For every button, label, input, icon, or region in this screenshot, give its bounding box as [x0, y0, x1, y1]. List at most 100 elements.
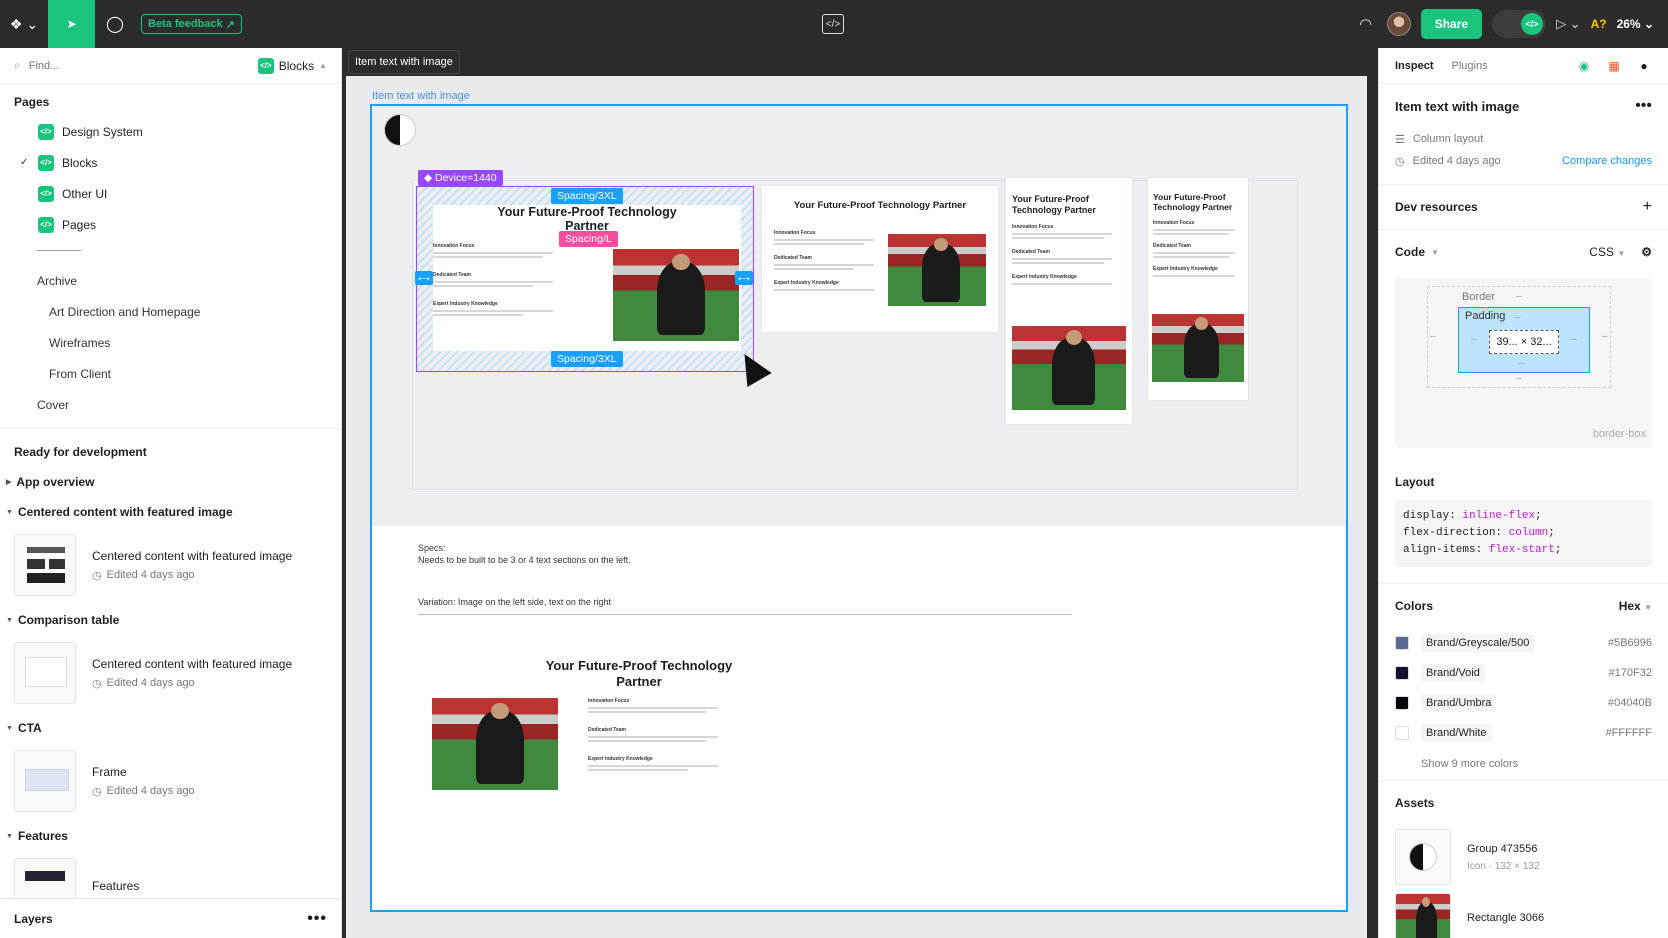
device-tag[interactable]: ◆ Device=1440 [418, 170, 503, 186]
color-row[interactable]: Brand/Greyscale/500 #5B6996 [1395, 628, 1652, 658]
canvas-area[interactable]: Item text with image ◆ Device=1440 Your … [346, 76, 1367, 938]
dev-resources-section: Dev resources + [1379, 185, 1668, 230]
group-comparison-table[interactable]: ▼ Comparison table [0, 605, 341, 635]
plus-icon[interactable]: + [1643, 198, 1652, 216]
colors-section: Colors Hex ▼ Brand/Greyscale/500 #5B6996 … [1379, 583, 1668, 781]
page-item-design-system[interactable]: </> Design System [0, 116, 341, 147]
thumbnail [14, 750, 76, 812]
compare-changes-link[interactable]: Compare changes [1562, 155, 1652, 167]
variant-card[interactable]: Your Future-Proof Technology Partner Inn… [1006, 178, 1132, 424]
share-button[interactable]: Share [1420, 9, 1483, 39]
color-swatch [1395, 726, 1409, 740]
asset-item[interactable]: Rectangle 3066 [1395, 889, 1652, 938]
beta-feedback-button[interactable]: Beta feedback ↗ [141, 14, 242, 34]
settings-icon[interactable]: ⚙ [1641, 245, 1652, 259]
selected-variant[interactable]: Your Future-Proof Technology Partner Inn… [415, 186, 754, 372]
color-format-select[interactable]: Hex ▼ [1619, 599, 1652, 613]
football-photo [432, 698, 558, 790]
page-item-archive[interactable]: Archive [0, 265, 341, 296]
code-language-select[interactable]: CSS ▼ [1589, 245, 1625, 259]
asset-thumbnail [1395, 829, 1451, 885]
page-item-other-ui[interactable]: </> Other UI [0, 178, 341, 209]
page-item-from-client[interactable]: From Client [0, 358, 341, 389]
box-model: Border – – – – Padding – – – – 39... × 3… [1395, 278, 1652, 448]
page-item-pages[interactable]: </> Pages [0, 209, 341, 240]
code-icon: </> [1521, 13, 1544, 35]
search-input[interactable] [28, 59, 229, 72]
layout-code[interactable]: display: inline-flex; flex-direction: co… [1395, 500, 1652, 567]
thumbnail [14, 534, 76, 596]
page-item-blocks[interactable]: ✓ </> Blocks [0, 147, 341, 178]
spacing-top-tag: Spacing/3XL [551, 188, 623, 204]
tab-inspect[interactable]: Inspect [1395, 60, 1434, 72]
resize-handle-left[interactable]: ⟷ [415, 271, 433, 285]
toolbar: ❖ ⌄ ➤ ◯ Beta feedback ↗ </> ◠ Share </> ▷… [0, 0, 1668, 48]
file-selector[interactable]: </> Blocks ▲ [257, 57, 327, 74]
group-app-overview[interactable]: ▶ App overview [0, 467, 341, 497]
code-icon: </> [38, 216, 54, 233]
toolbar-right: ◠ Share </> ▷ ⌄ A? 26% ⌄ [1355, 0, 1668, 48]
color-row[interactable]: Brand/Void #170F32 [1395, 658, 1652, 688]
list-item[interactable]: Centered content with featured image ◷ Ed… [0, 635, 341, 713]
more-icon[interactable]: ••• [307, 910, 327, 928]
block-title: Your Future-Proof Technology Partner [545, 658, 733, 689]
frame-label[interactable]: Item text with image [372, 90, 470, 102]
page-item-art-direction[interactable]: Art Direction and Homepage [0, 296, 341, 327]
code-snippet-icon[interactable]: </> [822, 14, 844, 34]
canvas[interactable]: Item text with image ◆ Device=1440 Your … [342, 48, 1372, 938]
move-tool-button[interactable]: ➤ [48, 0, 95, 48]
caret-down-icon: ▼ [6, 724, 13, 732]
accessibility-badge[interactable]: A? [1591, 17, 1607, 31]
list-item[interactable]: Frame ◷ Edited 4 days ago [0, 743, 341, 821]
color-row[interactable]: Brand/Umbra #04040B [1395, 688, 1652, 718]
asset-item[interactable]: Group 473556 Icon · 132 × 132 [1395, 825, 1652, 889]
football-photo [1012, 326, 1126, 410]
comment-tool-button[interactable]: ◯ [95, 0, 135, 48]
dev-mode-toggle[interactable]: </> [1492, 10, 1547, 38]
history-icon: ◷ [92, 677, 102, 690]
show-more-colors[interactable]: Show 9 more colors [1395, 748, 1652, 780]
inspect-panel: Inspect Plugins ◉ ▦ ● Item text with ima… [1378, 48, 1668, 938]
page-item-wireframes[interactable]: Wireframes [0, 327, 341, 358]
history-icon: ◷ [92, 569, 102, 582]
comment-icon: ◯ [106, 16, 124, 33]
group-centered-content[interactable]: ▼ Centered content with featured image [0, 497, 341, 527]
color-row[interactable]: Brand/White #FFFFFF [1395, 718, 1652, 748]
checkmark-icon: ✓ [20, 157, 29, 168]
avatar[interactable] [1386, 12, 1411, 36]
variant-card[interactable]: Your Future-Proof Technology Partner Inn… [762, 186, 998, 332]
github-icon[interactable]: ● [1636, 58, 1652, 74]
more-icon[interactable]: ••• [1635, 97, 1652, 115]
frame-name-tooltip: Item text with image [348, 50, 460, 74]
code-icon: </> [38, 123, 54, 140]
selected-frame[interactable]: ◆ Device=1440 Your Future-Proof Technolo… [370, 104, 1348, 912]
list-icon: ☰ [1395, 133, 1405, 146]
list-item[interactable]: Centered content with featured image ◷ Ed… [0, 527, 341, 605]
football-photo [613, 249, 739, 341]
globe-icon[interactable]: ◉ [1576, 58, 1592, 74]
page-item-cover[interactable]: Cover [0, 389, 341, 420]
zoom-level[interactable]: 26% ⌄ [1617, 17, 1654, 31]
code-icon: </> [257, 57, 274, 74]
box-border: Border – – – – Padding – – – – 39... × 3… [1427, 286, 1611, 388]
caret-down-icon: ▼ [6, 508, 13, 516]
layers-header[interactable]: Layers ••• [0, 898, 341, 938]
resize-handle-right[interactable]: ⟷ [735, 271, 753, 285]
box-padding: Padding – – – – 39... × 32... [1458, 307, 1590, 373]
variants-section: ◆ Device=1440 Your Future-Proof Technolo… [372, 106, 1346, 526]
variant-content: Your Future-Proof Technology Partner Inn… [433, 205, 741, 351]
tab-plugins[interactable]: Plugins [1452, 60, 1488, 72]
plugin-icon[interactable]: ▦ [1606, 58, 1622, 74]
code-section: Code ▼ CSS ▼ ⚙ Border – – – – Padding – … [1379, 230, 1668, 567]
divider [0, 428, 341, 429]
chevron-down-icon[interactable]: ▼ [1431, 248, 1439, 257]
group-cta[interactable]: ▼ CTA [0, 713, 341, 743]
box-content-size: 39... × 32... [1489, 330, 1559, 354]
spacing-bottom-tag: Spacing/3XL [551, 351, 623, 367]
variant-card[interactable]: Your Future-Proof Technology Partner Inn… [1148, 178, 1248, 400]
main-menu-button[interactable]: ❖ ⌄ [0, 0, 48, 48]
group-features[interactable]: ▼ Features [0, 821, 341, 851]
present-button[interactable]: ▷ ⌄ [1556, 16, 1581, 32]
search-bar: ⌕ </> Blocks ▲ [0, 48, 341, 84]
headphones-icon[interactable]: ◠ [1355, 15, 1377, 33]
